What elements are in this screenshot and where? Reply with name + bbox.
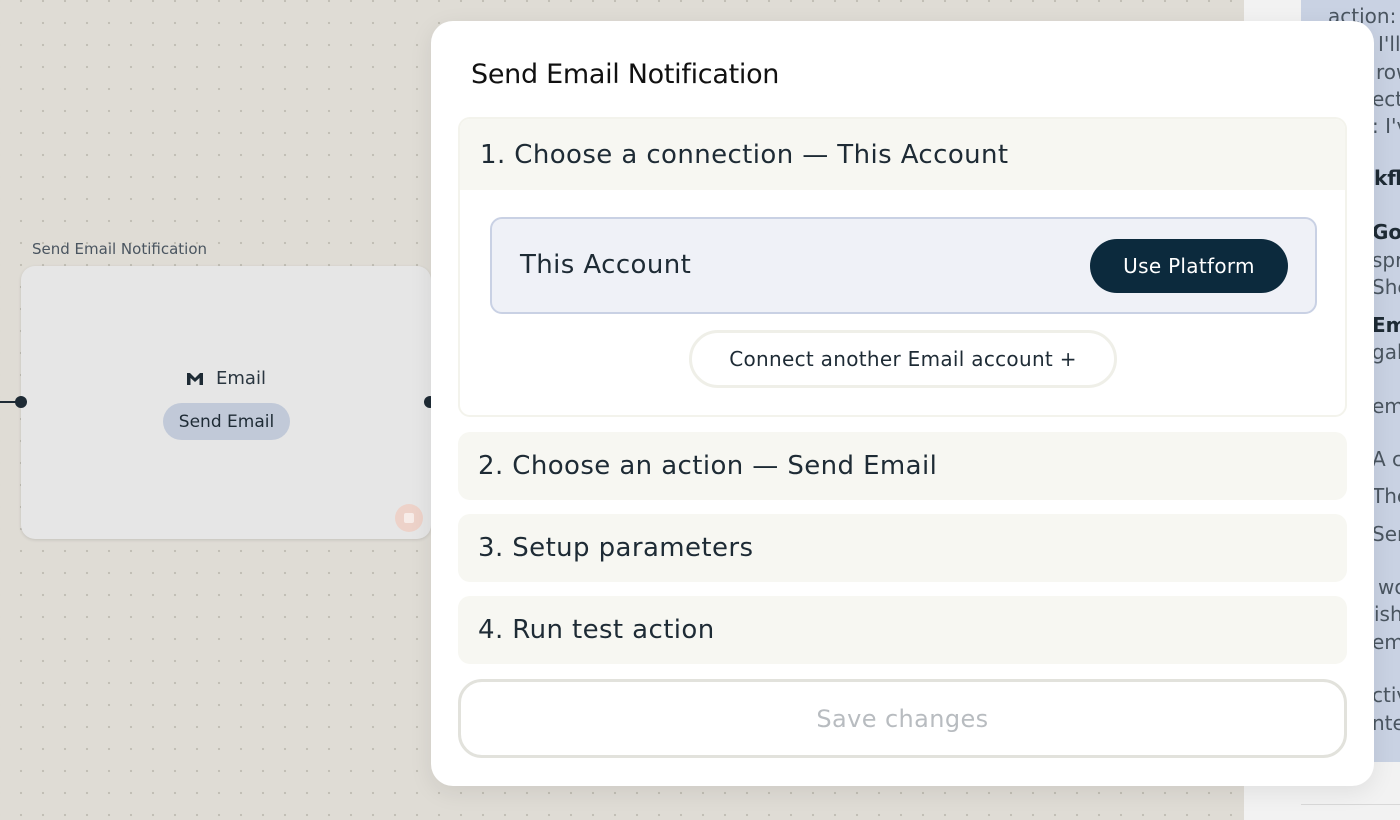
step-header-1[interactable]: 1. Choose a connection — This Account — [460, 119, 1345, 190]
step-run-test[interactable]: 4. Run test action — [458, 596, 1347, 664]
doc-text-fragment: : I'v — [1372, 114, 1400, 138]
step-choose-action[interactable]: 2. Choose an action — Send Email — [458, 432, 1347, 500]
doc-text-fragment: em — [1372, 630, 1400, 654]
node-label: Send Email Notification — [32, 240, 207, 258]
node-action-chip: Send Email — [163, 403, 290, 440]
step-setup-parameters[interactable]: 3. Setup parameters — [458, 514, 1347, 582]
doc-text-fragment: kflo — [1374, 166, 1400, 190]
doc-text-fragment: spr — [1372, 248, 1400, 272]
connect-another-account-button[interactable]: Connect another Email account + — [689, 330, 1117, 388]
doc-divider — [1301, 804, 1400, 805]
doc-text-fragment: A c — [1372, 447, 1400, 471]
doc-text-fragment: Em — [1372, 313, 1400, 337]
node-app-title: Email — [21, 368, 431, 389]
node-config-modal: Send Email Notification 1. Choose a conn… — [431, 21, 1374, 786]
doc-text-fragment: em — [1372, 394, 1400, 418]
gmail-icon — [187, 372, 204, 385]
doc-text-fragment: Ser — [1372, 522, 1400, 546]
save-changes-button[interactable]: Save changes — [458, 679, 1347, 758]
use-platform-button[interactable]: Use Platform — [1090, 239, 1288, 293]
doc-text-fragment: The — [1372, 484, 1400, 508]
step-header-3: 3. Setup parameters — [478, 533, 754, 563]
doc-text-fragment: Goo — [1372, 220, 1400, 244]
step-header-2: 2. Choose an action — Send Email — [478, 451, 938, 481]
stop-icon[interactable] — [395, 504, 423, 532]
step-choose-connection: 1. Choose a connection — This Account Th… — [458, 117, 1347, 417]
doc-text-fragment: ctiv — [1372, 683, 1400, 707]
step-header-4: 4. Run test action — [478, 615, 715, 645]
doc-text-fragment: wo — [1378, 575, 1400, 599]
doc-text-fragment: ect — [1372, 87, 1400, 111]
workflow-node-send-email[interactable]: Email Send Email — [21, 266, 431, 539]
connection-option-this-account[interactable]: This Account Use Platform — [490, 217, 1317, 314]
modal-title: Send Email Notification — [471, 59, 780, 90]
node-input-port[interactable] — [15, 396, 27, 408]
doc-text-fragment: row — [1376, 60, 1400, 84]
doc-text-fragment: gab — [1372, 340, 1400, 364]
doc-text-fragment: ish — [1374, 602, 1400, 626]
doc-text-fragment: She — [1372, 275, 1400, 299]
node-app-name: Email — [216, 368, 266, 389]
connection-name: This Account — [520, 250, 692, 280]
doc-text-fragment: I'll — [1378, 32, 1400, 56]
doc-text-fragment: nte — [1372, 711, 1400, 735]
